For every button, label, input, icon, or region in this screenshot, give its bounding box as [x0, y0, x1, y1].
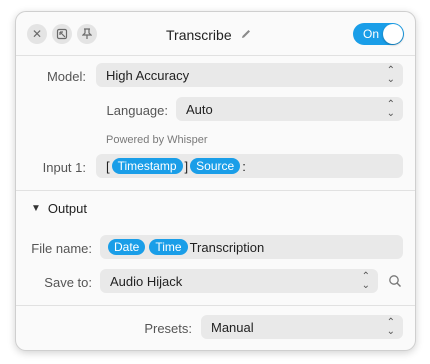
save-to-select[interactable]: Audio Hijack ⌃ ⌄	[100, 269, 378, 293]
divider	[16, 190, 415, 191]
search-icon[interactable]	[388, 274, 404, 290]
source-token[interactable]: Source	[190, 158, 241, 174]
chevron-updown-icon: ⌃ ⌄	[386, 317, 395, 337]
close-bracket: ]	[184, 158, 189, 174]
file-name-label: File name:	[31, 241, 92, 256]
chevron-updown-icon: ⌃ ⌄	[386, 65, 395, 85]
pin-icon[interactable]	[77, 24, 97, 44]
input1-suffix: :	[242, 158, 246, 174]
popout-icon[interactable]	[52, 24, 72, 44]
divider	[16, 305, 415, 306]
close-icon[interactable]: ✕	[27, 24, 47, 44]
chevron-updown-icon: ⌃ ⌄	[386, 99, 395, 119]
model-label: Model:	[46, 69, 86, 84]
language-select[interactable]: Auto ⌃ ⌄	[176, 97, 403, 121]
save-to-label: Save to:	[44, 275, 92, 290]
save-to-value: Audio Hijack	[110, 273, 183, 289]
chevron-down-icon: ▼	[31, 203, 41, 214]
toggle-knob	[383, 24, 403, 44]
window-title: Transcribe	[166, 27, 232, 43]
output-section-header[interactable]: ▼ Output	[31, 201, 87, 216]
input1-field[interactable]: [ Timestamp ] Source :	[96, 154, 403, 178]
language-value: Auto	[186, 101, 213, 117]
title-group: Transcribe	[166, 26, 252, 44]
presets-select[interactable]: Manual ⌃ ⌄	[201, 315, 403, 339]
open-bracket: [	[106, 158, 110, 174]
output-section-title: Output	[47, 201, 87, 216]
presets-value: Manual	[211, 319, 254, 335]
language-label: Language:	[106, 103, 168, 118]
model-value: High Accuracy	[106, 67, 190, 83]
presets-label: Presets:	[144, 321, 192, 336]
model-select[interactable]: High Accuracy ⌃ ⌄	[96, 63, 403, 87]
titlebar: ✕ Transcribe On	[16, 12, 415, 56]
on-off-toggle[interactable]: On	[353, 23, 404, 45]
timestamp-token[interactable]: Timestamp	[111, 158, 183, 174]
file-name-text: Transcription	[189, 239, 265, 255]
pencil-icon[interactable]	[240, 28, 252, 43]
powered-by-note: Powered by Whisper	[106, 134, 208, 146]
transcribe-panel: ✕ Transcribe On Model: High Accuracy ⌃ ⌄ …	[15, 11, 416, 351]
chevron-updown-icon: ⌃ ⌄	[361, 271, 370, 291]
file-name-field[interactable]: Date Time Transcription	[100, 235, 403, 259]
toggle-label: On	[363, 27, 380, 41]
time-token[interactable]: Time	[149, 239, 188, 255]
input1-label: Input 1:	[42, 160, 86, 175]
date-token[interactable]: Date	[108, 239, 146, 255]
